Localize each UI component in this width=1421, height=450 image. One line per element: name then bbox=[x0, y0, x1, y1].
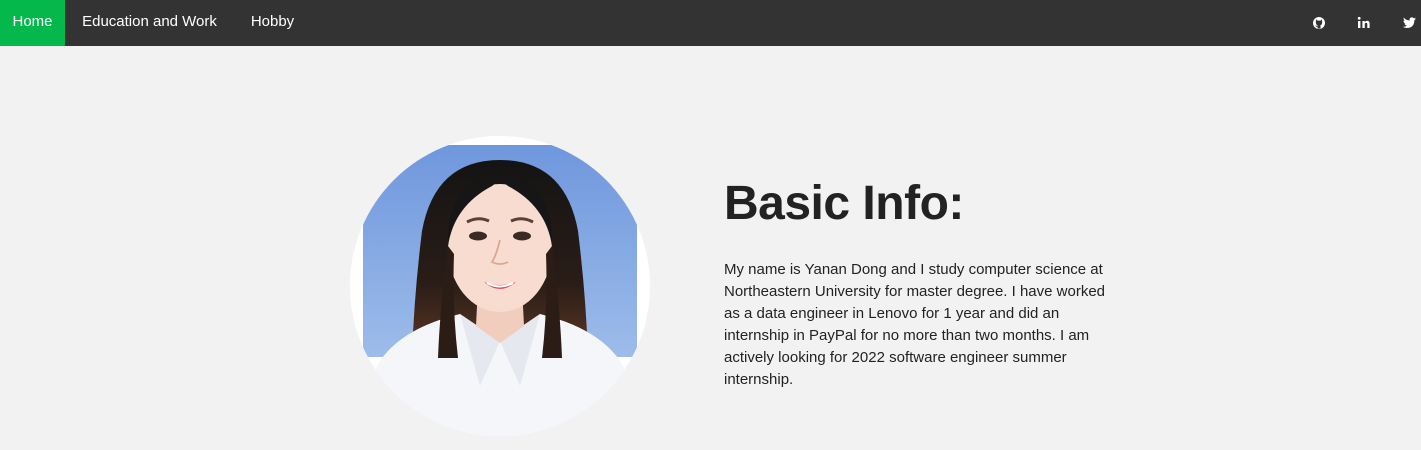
nav-education-link[interactable]: Education and Work bbox=[65, 0, 234, 46]
page-title: Basic Info: bbox=[724, 177, 964, 230]
profile-photo bbox=[350, 136, 650, 436]
top-navbar: Home Education and Work Hobby bbox=[0, 0, 1421, 46]
nav-home-link[interactable]: Home bbox=[0, 0, 65, 46]
github-icon[interactable] bbox=[1309, 13, 1329, 33]
nav-hobby-link[interactable]: Hobby bbox=[234, 0, 311, 46]
bio-text: My name is Yanan Dong and I study comput… bbox=[724, 261, 1105, 388]
linkedin-icon[interactable] bbox=[1354, 13, 1374, 33]
twitter-icon[interactable] bbox=[1399, 13, 1419, 33]
